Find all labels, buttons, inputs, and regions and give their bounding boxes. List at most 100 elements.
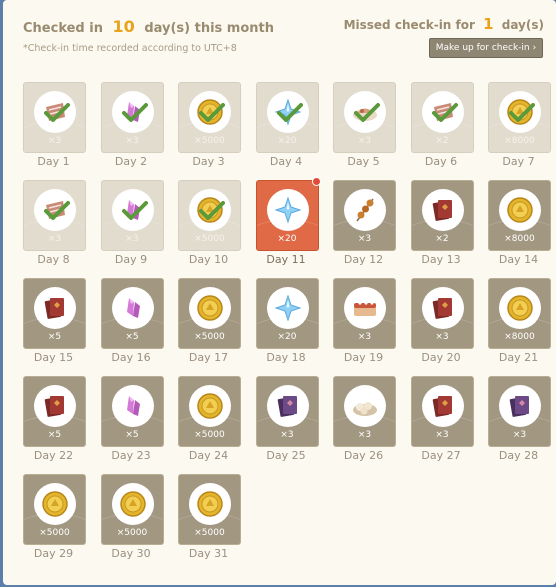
day-cell[interactable]: ×20 Day 4 bbox=[255, 82, 319, 172]
day-cell[interactable]: ×20 Day 11 bbox=[255, 177, 321, 270]
reward-card[interactable]: ×3 bbox=[488, 376, 551, 447]
reward-card[interactable]: ×5 bbox=[23, 376, 86, 447]
reward-card[interactable]: ×5 bbox=[100, 376, 164, 447]
reward-icon-circle bbox=[189, 483, 231, 525]
reward-icon-circle bbox=[34, 189, 76, 231]
reward-card[interactable]: ×3 bbox=[100, 82, 164, 153]
reward-quantity: ×5 bbox=[125, 430, 139, 440]
day-cell[interactable]: ×5 Day 15 bbox=[23, 278, 86, 368]
day-cell[interactable]: ×3 Day 12 bbox=[333, 180, 396, 270]
reward-card[interactable]: ×20 bbox=[255, 82, 319, 153]
reward-card[interactable]: ×3 bbox=[255, 376, 319, 447]
reward-quantity: ×5000 bbox=[194, 136, 225, 146]
day-cell[interactable]: ×8000 Day 7 bbox=[488, 82, 551, 172]
day-cell[interactable]: ×5000 Day 3 bbox=[178, 82, 241, 172]
reward-icon-circle bbox=[421, 91, 464, 133]
day-cell[interactable]: ×8000 Day 21 bbox=[488, 278, 551, 368]
reward-card[interactable]: ×3 bbox=[100, 180, 164, 251]
day-cell[interactable]: ×3 Day 9 bbox=[100, 180, 164, 270]
reward-card[interactable]: ×8000 bbox=[488, 278, 551, 349]
reward-icon-circle bbox=[266, 189, 309, 231]
day-label: Day 19 bbox=[343, 351, 384, 364]
checked-prefix: Checked in bbox=[23, 21, 103, 36]
checkmark-icon bbox=[276, 103, 303, 122]
day-cell[interactable]: ×5000 Day 24 bbox=[178, 376, 241, 466]
day-cell[interactable]: ×3 Day 8 bbox=[23, 180, 86, 270]
day-label: Day 15 bbox=[33, 351, 74, 364]
reward-card[interactable]: ×3 bbox=[333, 82, 396, 153]
day-label: Day 24 bbox=[188, 449, 229, 462]
reward-card[interactable]: ×8000 bbox=[488, 180, 551, 251]
reward-icon-circle bbox=[189, 287, 231, 329]
day-cell[interactable]: ×5 Day 23 bbox=[100, 376, 164, 466]
day-cell[interactable]: ×3 Day 27 bbox=[410, 376, 474, 466]
reward-quantity: ×5000 bbox=[194, 234, 225, 244]
reward-card[interactable]: ×20 bbox=[255, 278, 319, 349]
checkmark-icon bbox=[121, 201, 148, 220]
day-cell[interactable]: ×5 Day 16 bbox=[100, 278, 164, 368]
reward-card[interactable]: ×5000 bbox=[23, 474, 86, 545]
reward-card[interactable]: ×3 bbox=[23, 82, 86, 153]
reward-card[interactable]: ×3 bbox=[333, 278, 396, 349]
reward-card[interactable]: ×3 bbox=[23, 180, 86, 251]
reward-card[interactable]: ×8000 bbox=[488, 82, 551, 153]
reward-card[interactable]: ×5 bbox=[100, 278, 164, 349]
reward-quantity: ×5000 bbox=[116, 528, 148, 538]
day-cell[interactable]: ×3 Day 25 bbox=[255, 376, 319, 466]
day-cell[interactable]: ×20 Day 18 bbox=[255, 278, 319, 368]
day-cell[interactable]: ×3 Day 28 bbox=[488, 376, 551, 466]
reward-card[interactable]: ×20 bbox=[255, 180, 319, 251]
reward-quantity: ×3 bbox=[357, 136, 372, 146]
day-cell[interactable]: ×3 Day 20 bbox=[410, 278, 474, 368]
day-cell[interactable]: ×8000 Day 14 bbox=[488, 180, 551, 270]
reward-card[interactable]: ×5000 bbox=[178, 278, 241, 349]
reward-quantity: ×20 bbox=[277, 332, 297, 342]
day-cell[interactable]: ×3 Day 5 bbox=[333, 82, 396, 172]
day-cell[interactable]: ×3 Day 1 bbox=[23, 82, 86, 172]
reward-quantity: ×3 bbox=[47, 234, 62, 244]
day-label: Day 2 bbox=[114, 155, 148, 168]
day-cell[interactable]: ×3 Day 19 bbox=[333, 278, 396, 368]
reward-card[interactable]: ×5000 bbox=[178, 474, 241, 545]
day-cell[interactable]: ×5000 Day 10 bbox=[178, 180, 241, 270]
day-label: Day 27 bbox=[421, 449, 461, 462]
day-cell[interactable]: ×2 Day 6 bbox=[410, 82, 474, 172]
day-cell[interactable]: ×5000 Day 31 bbox=[178, 474, 241, 564]
timezone-note: *Check-in time recorded according to UTC… bbox=[23, 43, 237, 54]
day-label: Day 18 bbox=[266, 351, 306, 364]
day-cell[interactable]: ×3 Day 26 bbox=[333, 376, 396, 466]
reward-icon-circle bbox=[111, 287, 154, 329]
reward-quantity: ×3 bbox=[435, 430, 449, 440]
reward-card[interactable]: ×5 bbox=[23, 278, 86, 349]
day-cell[interactable]: ×3 Day 2 bbox=[100, 82, 164, 172]
notification-dot bbox=[311, 177, 321, 186]
day-cell[interactable]: ×5000 Day 30 bbox=[100, 474, 164, 564]
reward-card[interactable]: ×3 bbox=[333, 180, 396, 251]
day-label: Day 8 bbox=[37, 253, 70, 266]
day-label: Day 21 bbox=[498, 351, 539, 364]
reward-card[interactable]: ×5000 bbox=[178, 376, 241, 447]
reward-quantity: ×8000 bbox=[504, 234, 535, 244]
reward-icon-circle bbox=[189, 91, 231, 133]
reward-icon-circle bbox=[499, 385, 541, 427]
reward-quantity: ×3 bbox=[357, 430, 372, 440]
reward-card[interactable]: ×2 bbox=[410, 82, 474, 153]
day-cell[interactable]: ×5000 Day 29 bbox=[23, 474, 86, 564]
reward-quantity: ×5000 bbox=[194, 332, 225, 342]
reward-card[interactable]: ×3 bbox=[410, 376, 474, 447]
day-cell[interactable]: ×5000 Day 17 bbox=[178, 278, 241, 368]
reward-card[interactable]: ×5000 bbox=[178, 180, 241, 251]
day-cell[interactable]: ×5 Day 22 bbox=[23, 376, 86, 466]
reward-card[interactable]: ×5000 bbox=[178, 82, 241, 153]
reward-card[interactable]: ×2 bbox=[410, 180, 474, 251]
day-label: Day 4 bbox=[269, 155, 303, 168]
checkmark-icon bbox=[354, 103, 380, 122]
day-cell[interactable]: ×2 Day 13 bbox=[410, 180, 474, 270]
reward-card[interactable]: ×3 bbox=[333, 376, 396, 447]
reward-card[interactable]: ×3 bbox=[410, 278, 474, 349]
reward-card[interactable]: ×5000 bbox=[100, 474, 164, 545]
day-label: Day 5 bbox=[347, 155, 380, 168]
reward-quantity: ×20 bbox=[277, 234, 297, 244]
make-up-checkin-button[interactable]: Make up for check-in › bbox=[429, 38, 543, 58]
day-label: Day 17 bbox=[188, 351, 229, 364]
